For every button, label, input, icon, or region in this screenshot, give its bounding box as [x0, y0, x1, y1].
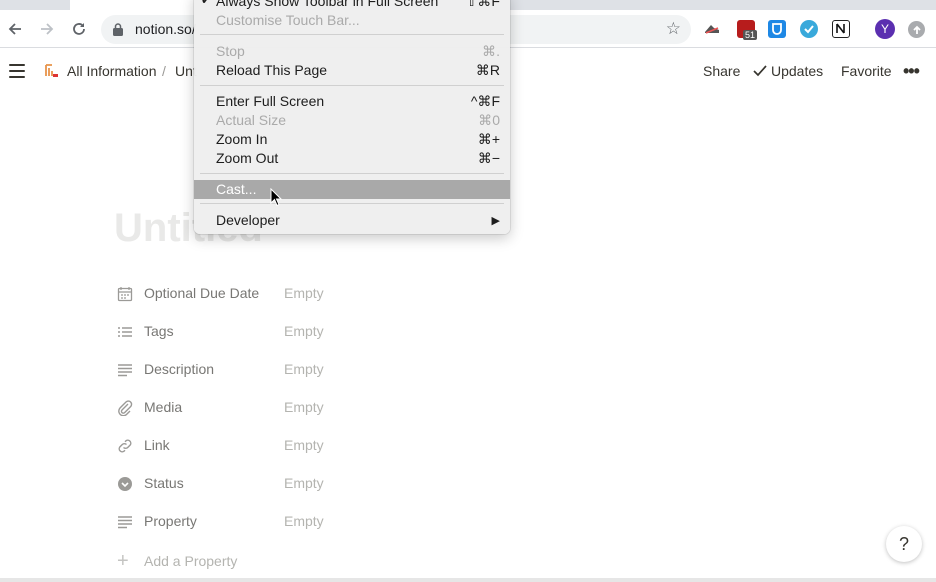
menu-item-cast[interactable]: Cast... [194, 180, 510, 199]
menu-item-shortcut: ^⌘F [470, 93, 500, 109]
menu-item-reload[interactable]: Reload This Page ⌘R [194, 61, 510, 80]
calendar-icon [117, 287, 133, 302]
property-row[interactable]: Optional Due Date Empty [117, 282, 517, 306]
menu-separator [200, 203, 504, 204]
sidebar-toggle-icon[interactable] [9, 64, 25, 78]
menu-item-label: Cast... [216, 181, 257, 197]
url-text: notion.so/ [135, 21, 196, 37]
property-value[interactable]: Empty [284, 437, 324, 453]
share-button[interactable]: Share [703, 63, 740, 79]
text-icon [118, 516, 132, 529]
property-name: Property [144, 513, 197, 529]
text-icon [118, 364, 132, 377]
property-name: Tags [144, 323, 174, 339]
property-name: Link [144, 437, 170, 453]
lock-icon [113, 23, 123, 36]
property-value[interactable]: Empty [284, 513, 324, 529]
updates-button[interactable]: Updates [753, 63, 823, 79]
menu-item-label: Stop [216, 43, 245, 59]
link-icon [118, 439, 132, 453]
plus-icon: + [117, 550, 129, 572]
menu-item-shortcut: ⌘0 [478, 112, 500, 128]
menu-item-customise-touch-bar: Customise Touch Bar... [194, 11, 510, 30]
property-name: Media [144, 399, 183, 415]
menu-item-shortcut: ⇧⌘F [465, 0, 500, 9]
menu-item-shortcut: ⌘R [475, 62, 500, 78]
notion-extension-icon[interactable] [832, 20, 850, 38]
menu-separator [200, 173, 504, 174]
add-property-label: Add a Property [144, 553, 238, 569]
property-row[interactable]: Media Empty [117, 396, 517, 420]
add-property-button[interactable]: + Add a Property [117, 550, 317, 573]
property-row[interactable]: Link Empty [117, 434, 517, 458]
extension-shoe-icon[interactable] [703, 20, 721, 38]
bitwarden-icon[interactable] [768, 20, 786, 38]
menu-item-shortcut: ⌘. [482, 43, 500, 59]
back-arrow-icon[interactable] [4, 18, 26, 40]
forward-arrow-icon[interactable] [36, 18, 58, 40]
database-page-icon [44, 63, 59, 78]
breadcrumb-separator: / [162, 63, 166, 79]
menu-item-label: Enter Full Screen [216, 93, 325, 109]
menu-item-shortcut: ⌘− [477, 150, 500, 166]
property-value[interactable]: Empty [284, 475, 324, 491]
menu-item-label: Zoom In [216, 131, 268, 147]
menu-item-developer[interactable]: Developer ▶ [194, 211, 510, 230]
menu-item-enter-full-screen[interactable]: Enter Full Screen ^⌘F [194, 92, 510, 111]
more-options-icon[interactable]: ••• [903, 61, 920, 82]
property-value[interactable]: Empty [284, 399, 324, 415]
reload-icon[interactable] [68, 18, 90, 40]
updates-label: Updates [771, 63, 824, 79]
check-extension-icon[interactable] [800, 20, 818, 38]
submenu-arrow-icon: ▶ [491, 215, 500, 227]
help-button[interactable]: ? [886, 526, 922, 562]
menu-item-label: Customise Touch Bar... [216, 12, 360, 28]
menu-separator [200, 34, 504, 35]
mouse-cursor-icon [270, 188, 282, 207]
menu-item-always-show-toolbar[interactable]: ✔ Always Show Toolbar in Full Screen ⇧⌘F [194, 0, 510, 11]
menu-item-stop: Stop ⌘. [194, 42, 510, 61]
menu-item-label: Zoom Out [216, 150, 279, 166]
menu-item-actual-size: Actual Size ⌘0 [194, 111, 510, 130]
view-menu-dropdown: ✔ Always Show Toolbar in Full Screen ⇧⌘F… [194, 0, 510, 234]
property-name: Optional Due Date [144, 285, 260, 301]
ublock-icon[interactable]: 51 [737, 20, 758, 40]
favorite-button[interactable]: Favorite [841, 63, 892, 79]
property-value[interactable]: Empty [284, 323, 324, 339]
profile-avatar[interactable]: Y [875, 19, 895, 39]
menu-item-zoom-in[interactable]: Zoom In ⌘+ [194, 130, 510, 149]
list-icon [118, 327, 132, 337]
bookmark-star-icon[interactable]: ☆ [666, 19, 681, 39]
breadcrumb-all-information[interactable]: All Information [67, 63, 156, 79]
bottom-edge [0, 578, 936, 582]
menu-item-zoom-out[interactable]: Zoom Out ⌘− [194, 149, 510, 168]
checkmark-icon [753, 65, 767, 77]
menu-item-shortcut: ⌘+ [477, 131, 500, 147]
property-value[interactable]: Empty [284, 285, 324, 301]
property-row[interactable]: Status Empty [117, 472, 517, 496]
menu-item-label: Developer [216, 212, 280, 228]
select-icon [118, 477, 132, 491]
update-arrow-icon[interactable] [908, 21, 925, 38]
property-row[interactable]: Property Empty [117, 510, 517, 534]
menu-separator [200, 85, 504, 86]
checkmark-icon: ✔ [201, 0, 212, 7]
paperclip-icon [118, 400, 133, 416]
extension-badge: 51 [743, 30, 758, 40]
property-name: Status [144, 475, 184, 491]
property-row[interactable]: Description Empty [117, 358, 517, 382]
property-row[interactable]: Tags Empty [117, 320, 517, 344]
property-name: Description [144, 361, 215, 377]
menu-item-label: Reload This Page [216, 62, 328, 78]
menu-item-label: Always Show Toolbar in Full Screen [216, 0, 439, 9]
property-value[interactable]: Empty [284, 361, 324, 377]
menu-item-label: Actual Size [216, 112, 287, 128]
